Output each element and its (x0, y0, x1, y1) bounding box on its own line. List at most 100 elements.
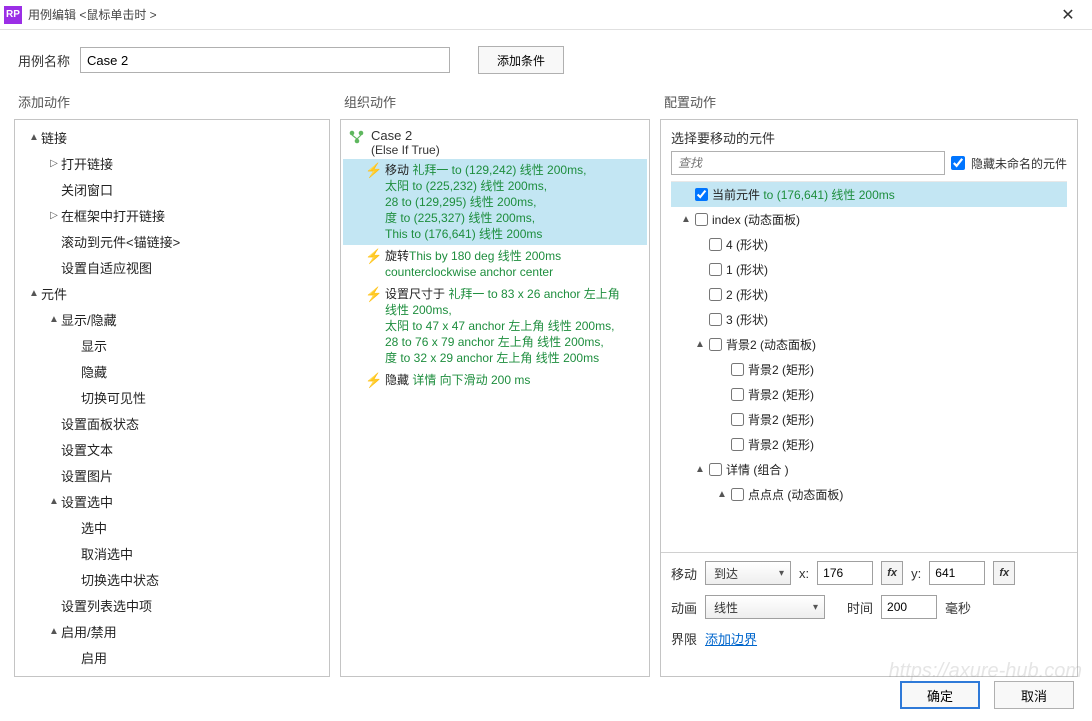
collapse-icon[interactable]: ▲ (47, 496, 61, 507)
action-tree[interactable]: ▲链接▷打开链接▷关闭窗口▷在框架中打开链接▷滚动到元件<锚链接>▷设置自适应视… (15, 120, 329, 676)
tree-item[interactable]: ▲元件 (17, 280, 327, 306)
tree-label: 关闭窗口 (61, 180, 113, 199)
element-checkbox[interactable] (709, 238, 722, 251)
fx-y-button[interactable]: fx (993, 561, 1015, 585)
tree-item[interactable]: ▲显示/隐藏 (17, 306, 327, 332)
element-label: 背景2 (矩形) (748, 411, 814, 428)
tree-item[interactable]: ▷取消选中 (17, 540, 327, 566)
tree-item[interactable]: ▷显示 (17, 332, 327, 358)
element-item[interactable]: ▷背景2 (矩形) (671, 407, 1067, 432)
expand-icon[interactable]: ▷ (47, 158, 61, 169)
search-input[interactable] (671, 151, 945, 175)
add-condition-button[interactable]: 添加条件 (478, 46, 564, 74)
y-input[interactable] (929, 561, 985, 585)
organize-scroll[interactable]: Case 2 (Else If True) ⚡移动 礼拜一 to (129,24… (341, 120, 649, 676)
close-button[interactable]: ✕ (1048, 1, 1088, 29)
tree-item[interactable]: ▷关闭窗口 (17, 176, 327, 202)
collapse-icon[interactable]: ▲ (47, 314, 61, 325)
element-checkbox[interactable] (709, 313, 722, 326)
tree-item[interactable]: ▷切换选中状态 (17, 566, 327, 592)
anim-label: 动画 (671, 598, 697, 617)
time-input[interactable] (881, 595, 937, 619)
element-item[interactable]: ▷当前元件 to (176,641) 线性 200ms (671, 182, 1067, 207)
window-title: 用例编辑 <鼠标单击时 > (28, 6, 1048, 23)
tree-label: 设置图片 (61, 466, 113, 485)
expand-icon[interactable]: ▷ (47, 210, 61, 221)
element-checkbox[interactable] (731, 388, 744, 401)
tree-label: 设置文本 (61, 440, 113, 459)
element-label: 当前元件 to (176,641) 线性 200ms (712, 186, 895, 203)
element-checkbox[interactable] (709, 338, 722, 351)
element-checkbox[interactable] (709, 463, 722, 476)
cancel-button[interactable]: 取消 (994, 681, 1074, 709)
element-checkbox[interactable] (731, 438, 744, 451)
tree-item[interactable]: ▷设置自适应视图 (17, 254, 327, 280)
ok-button[interactable]: 确定 (900, 681, 980, 709)
case-header[interactable]: Case 2 (Else If True) (343, 124, 647, 159)
element-item[interactable]: ▷1 (形状) (671, 257, 1067, 282)
action-item[interactable]: ⚡移动 礼拜一 to (129,242) 线性 200ms,太阳 to (225… (343, 159, 647, 245)
element-item[interactable]: ▲index (动态面板) (671, 207, 1067, 232)
collapse-icon[interactable]: ▲ (693, 464, 707, 475)
tree-item[interactable]: ▲启用/禁用 (17, 618, 327, 644)
fx-x-button[interactable]: fx (881, 561, 903, 585)
x-input[interactable] (817, 561, 873, 585)
action-text: 旋转This by 180 deg 线性 200mscounterclockwi… (385, 248, 641, 280)
tree-item[interactable]: ▲链接 (17, 124, 327, 150)
element-item[interactable]: ▲点点点 (动态面板) (671, 482, 1067, 507)
case-subtitle: (Else If True) (371, 143, 440, 157)
collapse-icon[interactable]: ▲ (27, 288, 41, 299)
elements-tree[interactable]: ▷当前元件 to (176,641) 线性 200ms▲index (动态面板)… (671, 181, 1067, 546)
action-text: 移动 礼拜一 to (129,242) 线性 200ms,太阳 to (225,… (385, 162, 641, 242)
anim-mode-dropdown[interactable]: 线性 (705, 595, 825, 619)
tree-item[interactable]: ▷设置文本 (17, 436, 327, 462)
add-boundary-link[interactable]: 添加边界 (705, 629, 757, 648)
collapse-icon[interactable]: ▲ (679, 214, 693, 225)
action-item[interactable]: ⚡旋转This by 180 deg 线性 200mscounterclockw… (343, 245, 647, 283)
action-item[interactable]: ⚡隐藏 详情 向下滑动 200 ms (343, 369, 647, 391)
collapse-icon[interactable]: ▲ (693, 339, 707, 350)
element-item[interactable]: ▲背景2 (动态面板) (671, 332, 1067, 357)
tree-item[interactable]: ▷在框架中打开链接 (17, 202, 327, 228)
move-row: 移动 到达 x: fx y: fx (671, 561, 1067, 585)
tree-item[interactable]: ▷设置图片 (17, 462, 327, 488)
element-item[interactable]: ▷背景2 (矩形) (671, 382, 1067, 407)
header-configure-action: 配置动作 (664, 92, 1074, 111)
collapse-icon[interactable]: ▲ (27, 132, 41, 143)
tree-item[interactable]: ▷切换可见性 (17, 384, 327, 410)
app-icon: RP (4, 6, 22, 24)
tree-item[interactable]: ▷设置面板状态 (17, 410, 327, 436)
collapse-icon[interactable]: ▲ (715, 489, 729, 500)
element-checkbox[interactable] (731, 413, 744, 426)
move-mode-dropdown[interactable]: 到达 (705, 561, 791, 585)
case-name-input[interactable] (80, 47, 450, 73)
element-item[interactable]: ▷3 (形状) (671, 307, 1067, 332)
element-item[interactable]: ▷背景2 (矩形) (671, 357, 1067, 382)
element-checkbox[interactable] (695, 213, 708, 226)
element-item[interactable]: ▷2 (形状) (671, 282, 1067, 307)
tree-item[interactable]: ▷选中 (17, 514, 327, 540)
hide-unnamed-checkbox[interactable] (951, 156, 965, 170)
element-label: 1 (形状) (726, 261, 768, 278)
element-checkbox[interactable] (695, 188, 708, 201)
tree-item[interactable]: ▷隐藏 (17, 358, 327, 384)
tree-label: 设置选中 (61, 492, 113, 511)
header-add-action: 添加动作 (18, 92, 344, 111)
tree-item[interactable]: ▷打开链接 (17, 150, 327, 176)
collapse-icon[interactable]: ▲ (47, 626, 61, 637)
element-checkbox[interactable] (731, 363, 744, 376)
tree-item[interactable]: ▷启用 (17, 644, 327, 670)
element-checkbox[interactable] (731, 488, 744, 501)
element-checkbox[interactable] (709, 288, 722, 301)
action-item[interactable]: ⚡设置尺寸于 礼拜一 to 83 x 26 anchor 左上角线性 200ms… (343, 283, 647, 369)
tree-item[interactable]: ▷滚动到元件<锚链接> (17, 228, 327, 254)
element-item[interactable]: ▷背景2 (矩形) (671, 432, 1067, 457)
element-checkbox[interactable] (709, 263, 722, 276)
tree-label: 显示 (81, 336, 107, 355)
tree-item[interactable]: ▲设置选中 (17, 488, 327, 514)
element-label: 4 (形状) (726, 236, 768, 253)
element-item[interactable]: ▲详情 (组合 ) (671, 457, 1067, 482)
tree-item[interactable]: ▷设置列表选中项 (17, 592, 327, 618)
element-item[interactable]: ▷4 (形状) (671, 232, 1067, 257)
config-form: 移动 到达 x: fx y: fx 动画 线性 时间 毫秒 界限 添加边界 (661, 552, 1077, 656)
